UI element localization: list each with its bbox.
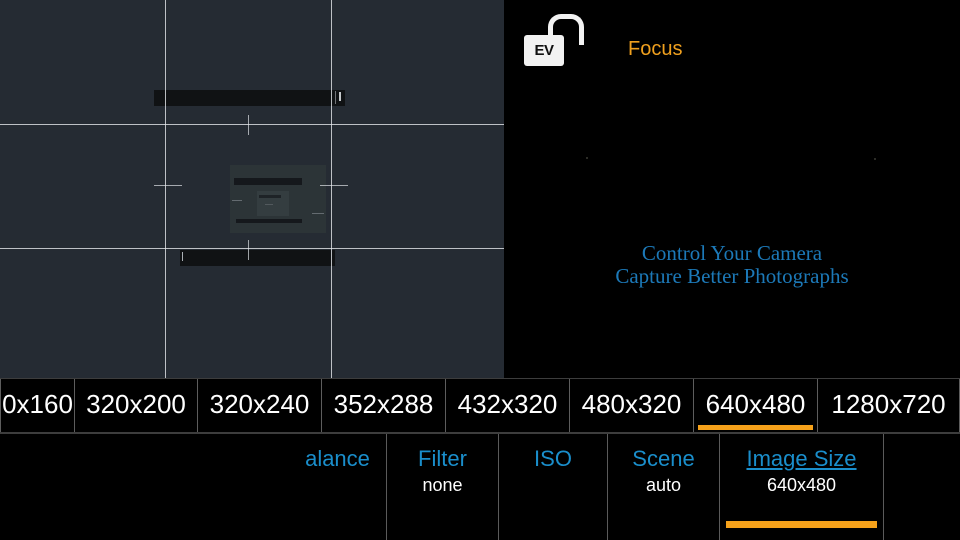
nested-resbar-3 (259, 195, 281, 198)
nested-resbar-2 (234, 178, 302, 185)
padlock-body: EV (524, 35, 564, 66)
noise-speck-1 (586, 157, 588, 159)
focus-mark-left (154, 185, 182, 186)
setting-item[interactable]: ISO (499, 434, 608, 540)
image-size-option[interactable]: 1280x720 (818, 379, 960, 435)
setting-item-label: Image Size (746, 446, 857, 471)
image-size-option[interactable]: 640x480 (694, 379, 818, 435)
ev-unlocked-padlock-icon[interactable]: EV (524, 14, 584, 76)
grid-line-vertical-1 (165, 0, 166, 378)
setting-item-label: Scene (632, 446, 695, 471)
settings-item-list[interactable]: alance Filter none ISO Scene auto Image Size 64… (289, 434, 884, 540)
focus-mark-right (320, 185, 348, 186)
ev-label: EV (534, 42, 554, 59)
image-size-option-label: 320x200 (86, 389, 186, 419)
image-size-option[interactable]: 352x288 (322, 379, 446, 435)
grid-line-horizontal-2 (0, 248, 504, 249)
tagline-line-1: Control Your Camera (641, 241, 823, 265)
setting-item-value: 640x480 (766, 475, 837, 495)
image-size-option-bar[interactable]: 0x160 320x200 320x240 352x288 432x320 480x320… (0, 378, 960, 435)
noise-speck-2 (874, 158, 876, 160)
setting-item-selected-underline (726, 521, 877, 528)
image-size-selected-underline (698, 425, 813, 430)
nested-tick-1b (339, 92, 341, 101)
setting-item-label: ISO (534, 446, 572, 471)
focus-mark-top (248, 115, 249, 135)
focus-mark-bottom (248, 240, 249, 260)
image-size-option[interactable]: 0x160 (0, 379, 75, 435)
grid-line-horizontal-1 (0, 124, 504, 125)
image-size-option-label: 352x288 (333, 389, 434, 419)
camera-app-screen: EV Focus Control Your Camera Capture Bet… (0, 0, 960, 540)
nested-tick-1a (335, 91, 336, 104)
image-size-option[interactable]: 432x320 (446, 379, 570, 435)
image-size-option-list[interactable]: 0x160 320x200 320x240 352x288 432x320 480x320… (0, 379, 960, 435)
settings-toolbar[interactable]: alance Filter none ISO Scene auto Image Size 64… (0, 434, 960, 540)
image-size-option-label: 640x480 (705, 389, 806, 419)
image-size-option-label: 320x240 (209, 389, 310, 419)
nested-toolbar-1 (180, 250, 335, 266)
setting-item[interactable]: Filter none (387, 434, 499, 540)
setting-item[interactable]: alance (289, 434, 387, 540)
image-size-option[interactable]: 320x200 (75, 379, 198, 435)
image-size-option[interactable]: 480x320 (570, 379, 694, 435)
setting-item-label: Filter (418, 446, 467, 471)
info-panel: EV Focus Control Your Camera Capture Bet… (504, 0, 960, 378)
nested-tick-2a (232, 200, 242, 201)
viewfinder-content (0, 0, 504, 378)
setting-item[interactable]: Scene auto (608, 434, 720, 540)
image-size-option-label: 480x320 (581, 389, 682, 419)
image-size-option[interactable]: 320x240 (198, 379, 322, 435)
image-size-option-label: 432x320 (457, 389, 558, 419)
nested-tick-3a (265, 204, 273, 205)
setting-item-value: auto (645, 475, 682, 495)
grid-line-vertical-2 (331, 0, 332, 378)
setting-item[interactable]: Image Size 640x480 (720, 434, 884, 540)
nested-overflow-1 (182, 252, 183, 261)
app-tagline: Control Your Camera Capture Better Photo… (504, 242, 960, 288)
nested-preview-level-3 (257, 191, 289, 216)
viewfinder-preview[interactable] (0, 0, 504, 378)
nested-toolbar-2 (236, 219, 302, 223)
nested-preview-level-2 (230, 165, 326, 233)
nested-tick-2b (312, 213, 324, 214)
image-size-option-label: 0x160 (2, 389, 73, 419)
nested-resbar-1 (154, 90, 345, 106)
image-size-option-label: 1280x720 (831, 389, 946, 419)
setting-item-value: none (422, 475, 463, 495)
focus-status-label: Focus (628, 38, 683, 60)
tagline-line-2: Capture Better Photographs (615, 264, 849, 288)
setting-item-label: alance (305, 446, 370, 471)
